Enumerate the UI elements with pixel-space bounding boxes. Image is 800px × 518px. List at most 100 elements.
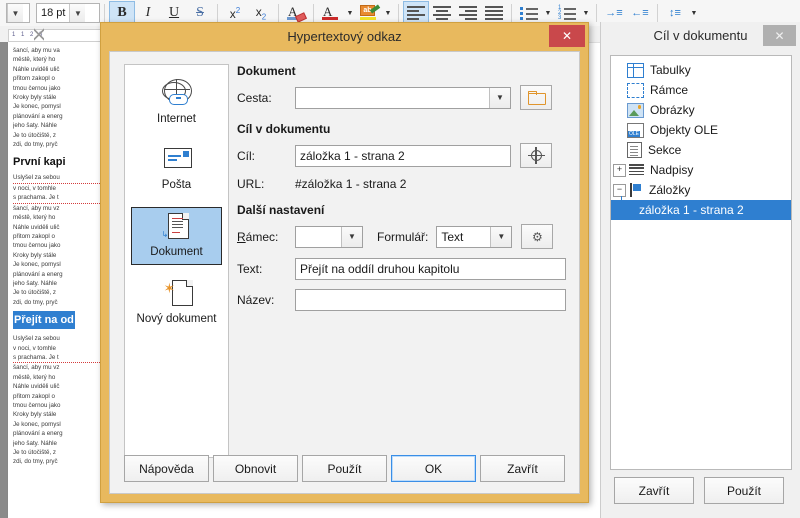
sidebar-item-document[interactable]: ↳ Dokument xyxy=(131,207,222,265)
document-canvas[interactable]: šancí, aby mu va městě, který ho Náhle u… xyxy=(0,42,108,518)
font-size-combo[interactable]: 18 pt ▼ xyxy=(36,3,100,23)
panel-title-bar[interactable]: Cíl v dokumentu ✕ xyxy=(601,22,800,49)
document-line: jeho šaty. Náhle xyxy=(13,279,57,287)
sidebar-item-internet[interactable]: Internet xyxy=(131,75,222,131)
chevron-down-icon[interactable]: ▼ xyxy=(489,87,510,108)
form-label: Formulář: xyxy=(377,229,429,244)
document-line: Uslyšel za sebou xyxy=(13,173,106,184)
target-row: Cíl: záložka 1 - strana 2 xyxy=(237,143,567,168)
tree-item-label: záložka 1 - strana 2 xyxy=(639,203,744,217)
browse-file-button[interactable] xyxy=(520,85,552,110)
sidebar-item-label: Dokument xyxy=(150,246,203,258)
button-label: OK xyxy=(424,461,443,476)
document-line: zdi, do tmy, pryč xyxy=(13,298,58,306)
chevron-down-icon[interactable]: ▼ xyxy=(7,4,23,22)
tree-item-frames[interactable]: Rámce xyxy=(611,80,791,100)
document-line: Je konec, pomysl xyxy=(13,103,61,111)
close-icon: ✕ xyxy=(774,28,785,43)
text-input[interactable]: Přejít na oddíl druhou kapitolu xyxy=(295,258,566,280)
panel-button-bar: Zavřít Použít xyxy=(614,477,784,504)
document-line: Je to útočiště, z xyxy=(13,289,56,297)
document-line: v noci, v tomhle xyxy=(13,344,56,352)
reset-button[interactable]: Obnovit xyxy=(213,455,298,482)
document-line: plánování a energ xyxy=(13,430,63,438)
document-page[interactable]: šancí, aby mu va městě, který ho Náhle u… xyxy=(8,42,108,518)
frame-icon xyxy=(627,82,644,98)
chevron-down-icon[interactable]: ▼ xyxy=(341,226,362,247)
panel-close-action-button[interactable]: Zavřít xyxy=(614,477,694,504)
ok-button[interactable]: OK xyxy=(391,455,476,482)
font-size-value: 18 pt xyxy=(41,7,66,19)
document-line: s prachama. Je t xyxy=(13,353,106,364)
name-label: Název: xyxy=(237,293,275,307)
document-line: městě, který ho xyxy=(13,56,56,64)
expand-icon[interactable]: + xyxy=(613,163,626,177)
apply-button[interactable]: Použít xyxy=(302,455,387,482)
path-combo[interactable]: ▼ xyxy=(295,86,511,109)
target-in-document-panel: Cíl v dokumentu ✕ Tabulky Rámce Obrázky … xyxy=(600,22,800,518)
frame-value xyxy=(296,227,341,247)
expander-placeholder xyxy=(613,65,624,76)
bookmark-flag-icon xyxy=(629,183,643,197)
tree-item-headings[interactable]: + Nadpisy xyxy=(611,160,791,180)
decrease-indent-icon: ←≡ xyxy=(631,7,649,19)
toolbar-separator xyxy=(313,4,314,22)
panel-close-button[interactable]: ✕ xyxy=(763,25,796,46)
tree-item-ole-objects[interactable]: Objekty OLE xyxy=(611,120,791,140)
panel-apply-button[interactable]: Použít xyxy=(704,477,784,504)
target-picker-button[interactable] xyxy=(520,143,552,168)
target-input[interactable]: záložka 1 - strana 2 xyxy=(295,144,511,167)
help-button[interactable]: Nápověda xyxy=(124,455,209,482)
name-input[interactable] xyxy=(295,289,566,311)
tree-item-bookmark-selected[interactable]: záložka 1 - strana 2 xyxy=(611,196,791,220)
subscript-icon: x2 xyxy=(255,4,267,22)
button-label: Nápověda xyxy=(139,461,194,476)
tree-item-sections[interactable]: Sekce xyxy=(611,140,791,160)
ole-object-icon xyxy=(627,122,644,138)
button-label: Zavřít xyxy=(638,483,670,498)
toolbar-separator xyxy=(657,4,658,22)
document-heading-selected[interactable]: Přejít na od xyxy=(13,311,75,330)
frame-combo[interactable]: ▼ xyxy=(295,225,363,248)
close-button[interactable]: Zavřít xyxy=(480,455,565,482)
sidebar-item-new-document[interactable]: ✶ Nový dokument xyxy=(131,275,222,331)
toolbar-separator xyxy=(104,4,105,22)
tree-item-bookmarks[interactable]: − Záložky xyxy=(611,180,791,200)
group-title-more-settings: Další nastavení xyxy=(237,203,325,217)
text-row: Text: Přejít na oddíl druhou kapitolu xyxy=(237,258,567,280)
path-label: Cesta: xyxy=(237,90,272,105)
chevron-down-icon[interactable]: ▼ xyxy=(490,226,512,247)
document-line: přitom zakopl o xyxy=(13,75,55,83)
events-button[interactable]: ⚙ xyxy=(521,224,554,249)
document-line: s prachama. Je t xyxy=(13,193,106,204)
dialog-title-bar[interactable]: Hypertextový odkaz ✕ xyxy=(101,23,588,50)
collapse-icon[interactable]: − xyxy=(613,183,626,197)
url-row: URL: #záložka 1 - strana 2 xyxy=(237,177,567,191)
name-row: Název: xyxy=(237,289,567,311)
align-center-icon xyxy=(433,6,451,20)
line-spacing-icon: ↕≡ xyxy=(669,7,681,19)
sidebar-item-mail[interactable]: Pošta xyxy=(131,141,222,197)
gear-events-icon: ⚙ xyxy=(531,229,543,244)
chevron-down-icon[interactable]: ▼ xyxy=(69,4,86,22)
toolbar-separator xyxy=(217,4,218,22)
tree-item-images[interactable]: Obrázky xyxy=(611,100,791,120)
table-icon xyxy=(627,62,644,78)
target-tree[interactable]: Tabulky Rámce Obrázky Objekty OLE Sekce … xyxy=(610,55,792,470)
hyperlink-type-list[interactable]: Internet Pošta ↳ Dokument ✶ Nový dokumen… xyxy=(124,64,229,458)
document-icon: ↳ xyxy=(160,212,194,242)
strikethrough-icon: S xyxy=(196,5,204,20)
document-line: šancí, aby mu vz xyxy=(13,364,60,372)
tree-item-label: Záložky xyxy=(649,183,691,197)
open-folder-icon xyxy=(527,91,546,105)
document-line: Je to útočiště, z xyxy=(13,449,56,457)
dialog-close-button[interactable]: ✕ xyxy=(549,25,585,47)
button-label: Použít xyxy=(327,461,362,476)
indent-marker-icon[interactable] xyxy=(34,28,44,41)
group-title-document: Dokument xyxy=(237,64,296,78)
tree-item-tables[interactable]: Tabulky xyxy=(611,60,791,80)
form-combo[interactable]: Text ▼ xyxy=(436,225,513,248)
font-name-combo[interactable]: ▼ xyxy=(6,3,30,23)
document-line: Kroky byly stále xyxy=(13,411,57,419)
bold-icon: B xyxy=(117,5,127,20)
